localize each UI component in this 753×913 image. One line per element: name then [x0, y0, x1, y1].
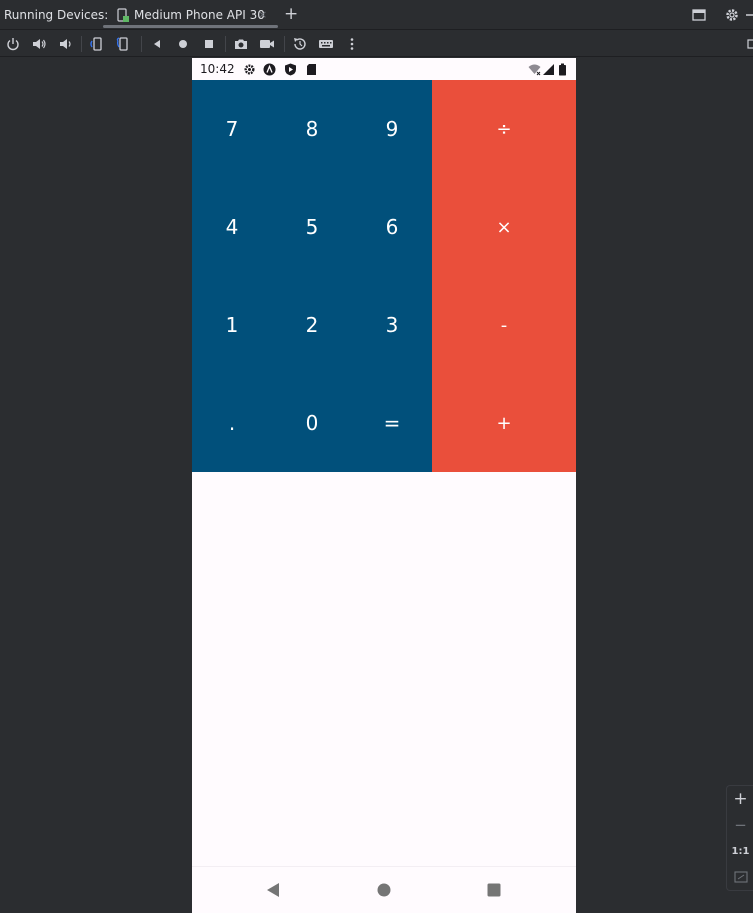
screen-record-icon[interactable] — [259, 36, 275, 52]
tab-medium-phone[interactable]: Medium Phone API 30 × — [103, 0, 278, 30]
nav-back-button[interactable] — [262, 879, 284, 901]
emulator-toolbar — [0, 31, 753, 57]
settings-icon — [244, 64, 255, 75]
device-screen: 10:42 7 8 9 4 5 6 1 2 3 . 0 = ÷ × - + — [192, 58, 576, 913]
volume-up-icon[interactable] — [31, 36, 47, 52]
wifi-icon — [528, 64, 541, 76]
tool-window-title: Running Devices: — [4, 8, 109, 22]
close-tab-icon[interactable]: × — [258, 8, 267, 21]
window-restore-icon[interactable] — [691, 7, 707, 23]
actual-size-button[interactable]: 1:1 — [727, 838, 753, 864]
key-8[interactable]: 8 — [272, 80, 352, 178]
navigation-bar — [192, 866, 576, 913]
sd-card-icon — [307, 64, 316, 75]
device-icon — [117, 8, 129, 22]
key-divide[interactable]: ÷ — [432, 80, 576, 178]
snapshot-icon[interactable] — [292, 36, 308, 52]
key-9[interactable]: 9 — [352, 80, 432, 178]
rotate-left-icon[interactable] — [89, 36, 105, 52]
nav-recents-button[interactable] — [483, 879, 505, 901]
operator-pad: ÷ × - + — [432, 80, 576, 472]
key-3[interactable]: 3 — [352, 276, 432, 374]
status-time: 10:42 — [200, 62, 235, 76]
key-equals[interactable]: = — [352, 374, 432, 472]
key-6[interactable]: 6 — [352, 178, 432, 276]
camera-icon[interactable] — [233, 36, 249, 52]
signal-icon — [543, 64, 554, 75]
number-pad: 7 8 9 4 5 6 1 2 3 . 0 = — [192, 80, 432, 472]
zoom-out-button[interactable]: − — [727, 812, 753, 838]
minimize-icon[interactable] — [745, 7, 753, 23]
recents-square-icon — [487, 883, 501, 897]
status-bar: 10:42 — [192, 58, 576, 80]
nav-home-button[interactable] — [373, 879, 395, 901]
clip-icon[interactable] — [745, 36, 753, 52]
key-multiply[interactable]: × — [432, 178, 576, 276]
power-icon[interactable] — [5, 36, 21, 52]
battery-icon — [559, 63, 566, 76]
tab-label: Medium Phone API 30 — [134, 8, 265, 22]
gear-icon[interactable] — [724, 7, 740, 23]
rotate-right-icon[interactable] — [116, 36, 132, 52]
key-2[interactable]: 2 — [272, 276, 352, 374]
toolbar-separator — [284, 36, 285, 52]
zoom-in-button[interactable]: + — [727, 786, 753, 812]
tab-selected-indicator — [103, 25, 278, 28]
fit-screen-icon — [733, 871, 748, 883]
play-protect-icon — [285, 63, 296, 76]
zoom-controls: + − 1:1 — [726, 785, 753, 891]
back-triangle-icon — [267, 883, 279, 897]
calculator-keypad: 7 8 9 4 5 6 1 2 3 . 0 = ÷ × - + — [192, 80, 576, 472]
keyboard-icon[interactable] — [318, 36, 334, 52]
toolbar-separator — [225, 36, 226, 52]
toolbar-separator — [141, 36, 142, 52]
key-subtract[interactable]: - — [432, 276, 576, 374]
key-5[interactable]: 5 — [272, 178, 352, 276]
back-icon[interactable] — [149, 36, 165, 52]
home-icon[interactable] — [175, 36, 191, 52]
key-add[interactable]: + — [432, 374, 576, 472]
more-icon[interactable] — [344, 36, 360, 52]
home-circle-icon — [377, 883, 391, 897]
tool-window-header: Running Devices: Medium Phone API 30 × + — [0, 0, 753, 30]
key-7[interactable]: 7 — [192, 80, 272, 178]
volume-down-icon[interactable] — [57, 36, 73, 52]
key-0[interactable]: 0 — [272, 374, 352, 472]
add-tab-button[interactable]: + — [284, 4, 298, 24]
notification-a-icon — [263, 63, 276, 76]
overview-icon[interactable] — [201, 36, 217, 52]
key-decimal[interactable]: . — [192, 374, 272, 472]
key-4[interactable]: 4 — [192, 178, 272, 276]
fit-screen-button[interactable] — [727, 864, 753, 890]
toolbar-separator — [81, 36, 82, 52]
key-1[interactable]: 1 — [192, 276, 272, 374]
